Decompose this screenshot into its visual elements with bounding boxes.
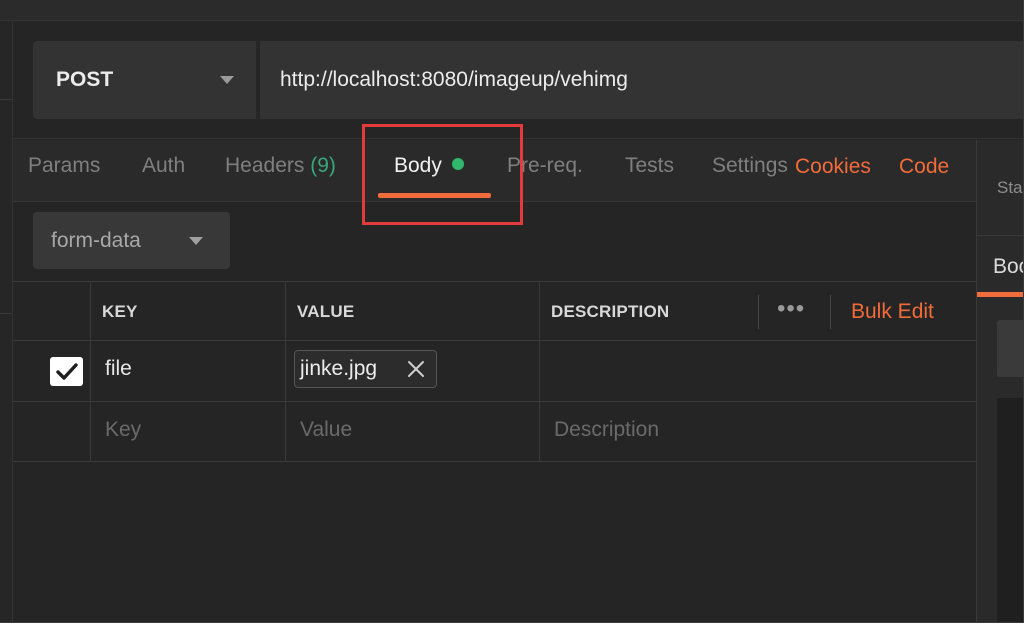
table-row: file jinke.jpg [13,341,976,402]
body-type-label: form-data [51,228,141,252]
file-name: jinke.jpg [300,357,378,380]
tab-pre-request[interactable]: Pre-req. [507,154,583,178]
column-header-value: VALUE [297,302,355,321]
headers-count: (9) [310,154,336,177]
postman-request-window: POST http://localhost:8080/imageup/vehim… [0,0,1024,623]
chevron-down-icon [220,76,234,84]
left-pane-edge [0,21,13,622]
top-strip [0,0,1023,21]
column-header-key: KEY [102,302,138,321]
status-label: Sta [997,178,1023,197]
tab-headers[interactable]: Headers (9) [225,154,336,178]
column-header-description: DESCRIPTION [551,302,670,321]
cookies-link[interactable]: Cookies [795,155,871,179]
header-separator [758,295,759,329]
more-horizontal-icon[interactable]: ••• [777,295,805,323]
method-select[interactable]: POST [33,41,258,119]
active-tab-indicator [378,193,491,198]
tab-body[interactable]: Body [394,154,464,178]
close-icon[interactable] [405,358,427,380]
value-placeholder[interactable]: Value [300,418,352,442]
response-tab-body[interactable]: Boo [993,255,1023,279]
tab-body-label: Body [394,154,442,177]
tab-params[interactable]: Params [28,154,100,178]
left-pane-divider [0,99,13,100]
key-placeholder[interactable]: Key [105,418,141,442]
form-data-table: KEY VALUE DESCRIPTION ••• Bulk Edit file… [13,281,976,462]
column-divider [539,282,540,462]
column-divider [285,282,286,462]
active-dot-icon [451,158,464,170]
body-type-select[interactable]: form-data [33,212,230,269]
row-enabled-checkbox[interactable] [50,357,83,386]
request-tabs: Params Auth Headers (9) Body Pre-req. Te… [13,140,976,202]
file-chip: jinke.jpg [294,350,437,388]
description-placeholder[interactable]: Description [554,418,659,442]
divider [977,235,1023,236]
key-cell[interactable]: file [105,357,132,381]
left-pane-divider [0,313,13,314]
tab-tests[interactable]: Tests [625,154,674,178]
tab-settings[interactable]: Settings [712,154,788,178]
tab-headers-label: Headers [225,154,305,177]
chevron-down-icon [189,237,203,245]
method-label: POST [56,68,114,91]
table-row-new: Key Value Description [13,402,976,462]
response-toolbar[interactable] [997,320,1023,377]
check-icon [56,363,78,380]
url-input[interactable]: http://localhost:8080/imageup/vehimg [260,41,1023,119]
tab-auth[interactable]: Auth [142,154,185,178]
response-pane: Sta Boo [976,140,1023,622]
table-header-row: KEY VALUE DESCRIPTION ••• Bulk Edit [13,282,976,341]
active-tab-indicator [977,292,1023,297]
divider [13,138,1023,139]
response-body-area [997,398,1023,622]
code-link[interactable]: Code [899,155,949,179]
bulk-edit-button[interactable]: Bulk Edit [851,300,934,324]
column-divider [90,282,91,462]
header-separator [830,295,831,329]
